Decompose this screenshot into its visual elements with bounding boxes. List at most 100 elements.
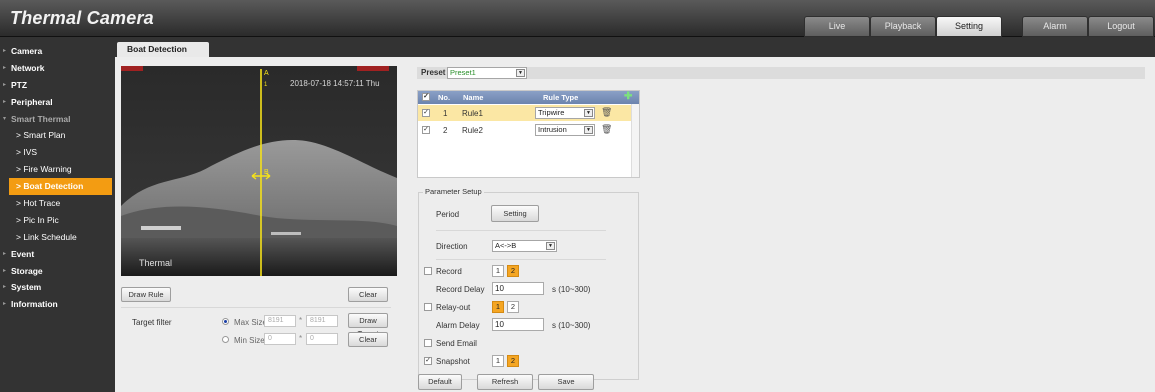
nav-live[interactable]: Live: [804, 16, 870, 37]
tab-bar: Boat Detection: [115, 37, 1155, 57]
rule-checkbox[interactable]: ✓: [422, 126, 430, 134]
clear-target-button[interactable]: Clear: [348, 332, 388, 347]
divider: [436, 259, 606, 260]
preset-select[interactable]: Preset1 ▼: [447, 67, 527, 79]
trash-icon[interactable]: 🗑: [601, 124, 612, 135]
draw-rule-button[interactable]: Draw Rule: [121, 287, 171, 302]
sidebar-item-information[interactable]: ▸ Information: [0, 296, 115, 313]
table-row[interactable]: ✓ 1 Rule1 Tripwire ▼ 🗑: [418, 105, 631, 121]
max-height-input[interactable]: 8191: [306, 315, 338, 327]
divider: [121, 307, 391, 308]
sidebar-item-hot-trace[interactable]: > Hot Trace: [0, 195, 115, 212]
min-size-radio[interactable]: [222, 336, 229, 343]
chevron-right-icon: ▸: [3, 48, 7, 54]
max-size-radio[interactable]: [222, 318, 229, 325]
add-rule-icon[interactable]: ✚: [624, 91, 632, 102]
snapshot-channel-2[interactable]: 2: [507, 355, 519, 367]
record-delay-input[interactable]: 10: [492, 282, 544, 295]
main-panel: A 1 B 2018-07-18 14:57:11 Thu Thermal Dr…: [115, 57, 1155, 392]
table-row[interactable]: ✓ 2 Rule2 Intrusion ▼ 🗑: [418, 122, 631, 138]
sidebar-item-link-schedule[interactable]: > Link Schedule: [0, 229, 115, 246]
sidebar-item-ptz[interactable]: ▸ PTZ: [0, 77, 115, 94]
direction-select[interactable]: A<->B ▼: [492, 240, 557, 252]
send-email-checkbox[interactable]: [424, 339, 432, 347]
nav-logout[interactable]: Logout: [1088, 16, 1154, 37]
max-width-input[interactable]: 8191: [264, 315, 296, 327]
relay-out-label: Relay-out: [436, 303, 471, 312]
clear-rule-button[interactable]: Clear: [348, 287, 388, 302]
chevron-right-icon: ▸: [3, 64, 7, 71]
chevron-down-icon: ▼: [584, 126, 593, 134]
sidebar-item-smart-thermal[interactable]: ▾ Smart Thermal: [0, 111, 115, 128]
video-preview[interactable]: A 1 B 2018-07-18 14:57:11 Thu Thermal: [121, 66, 397, 276]
tab-boat-detection[interactable]: Boat Detection: [117, 42, 209, 57]
chevron-right-icon: ▸: [3, 98, 7, 105]
relay-channel-1[interactable]: 1: [492, 301, 504, 313]
min-size-label: Min Size: [234, 336, 265, 345]
parameter-setup: Parameter Setup Period Setting Direction…: [418, 187, 639, 380]
snapshot-channel-1[interactable]: 1: [492, 355, 504, 367]
refresh-button[interactable]: Refresh: [477, 374, 533, 390]
sidebar-item-ivs[interactable]: > IVS: [0, 144, 115, 161]
scrollbar[interactable]: [631, 104, 639, 177]
chevron-down-icon: ▼: [516, 69, 525, 77]
col-rule-type: Rule Type: [543, 93, 579, 102]
rule-checkbox[interactable]: ✓: [422, 109, 430, 117]
record-label: Record: [436, 267, 462, 276]
nav-alarm[interactable]: Alarm: [1022, 16, 1088, 37]
size-separator: *: [299, 334, 303, 343]
app-header: Thermal Camera Live Playback Setting Ala…: [0, 0, 1155, 37]
col-name: Name: [463, 93, 484, 102]
sidebar: ▸ Camera ▸ Network ▸ PTZ ▸ Peripheral ▾ Smart…: [0, 37, 115, 392]
relay-out-checkbox[interactable]: [424, 303, 432, 311]
record-delay-label: Record Delay: [436, 285, 485, 294]
col-no: No.: [438, 93, 451, 102]
parameter-setup-legend: Parameter Setup: [423, 187, 484, 196]
rule-type-select[interactable]: Intrusion ▼: [535, 124, 595, 136]
draw-target-button[interactable]: Draw Target: [348, 313, 388, 338]
nav-playback[interactable]: Playback: [870, 16, 936, 37]
chevron-right-icon: ▸: [3, 81, 7, 88]
sidebar-item-network[interactable]: ▸ Network: [0, 60, 115, 77]
relay-channel-2[interactable]: 2: [507, 301, 519, 313]
sidebar-item-pic-in-pic[interactable]: > Pic In Pic: [0, 212, 115, 229]
snapshot-checkbox[interactable]: ✓: [424, 357, 432, 365]
preset-label: Preset: [421, 68, 446, 77]
chevron-right-icon: ▸: [3, 267, 7, 274]
sidebar-item-system[interactable]: ▸ System: [0, 279, 115, 296]
select-all-checkbox[interactable]: ✓: [422, 93, 430, 101]
chevron-down-icon: ▼: [546, 242, 555, 250]
nav-setting[interactable]: Setting: [936, 16, 1002, 37]
record-channel-1[interactable]: 1: [492, 265, 504, 277]
trash-icon[interactable]: 🗑: [601, 107, 612, 118]
send-email-label: Send Email: [436, 339, 477, 348]
video-timestamp: 2018-07-18 14:57:11 Thu: [290, 79, 380, 88]
save-button[interactable]: Save: [538, 374, 594, 390]
sidebar-item-storage[interactable]: ▸ Storage: [0, 263, 115, 280]
record-delay-range: s (10~300): [552, 285, 591, 294]
period-label: Period: [436, 210, 460, 219]
min-height-input[interactable]: 0: [306, 333, 338, 345]
default-button[interactable]: Default: [418, 374, 462, 390]
sidebar-item-event[interactable]: ▸ Event: [0, 246, 115, 263]
alarm-delay-input[interactable]: 10: [492, 318, 544, 331]
direction-label: Direction: [436, 242, 468, 251]
record-checkbox[interactable]: [424, 267, 432, 275]
record-channel-2[interactable]: 2: [507, 265, 519, 277]
sidebar-item-boat-detection[interactable]: > Boat Detection: [9, 178, 112, 196]
alarm-delay-range: s (10~300): [552, 321, 591, 330]
rule-table: ✓ No. Name Rule Type ✚ ✓ 1 Rule1 Tripwir…: [417, 90, 640, 178]
sidebar-item-fire-warning[interactable]: > Fire Warning: [0, 161, 115, 178]
rule-type-select[interactable]: Tripwire ▼: [535, 107, 595, 119]
sidebar-item-peripheral[interactable]: ▸ Peripheral: [0, 94, 115, 111]
period-setting-button[interactable]: Setting: [491, 205, 539, 222]
rule-table-header: ✓ No. Name Rule Type ✚: [418, 91, 639, 104]
video-channel-label: Thermal: [139, 258, 173, 268]
sidebar-item-smart-plan[interactable]: > Smart Plan: [0, 127, 115, 144]
max-size-label: Max Size: [234, 318, 267, 327]
min-width-input[interactable]: 0: [264, 333, 296, 345]
thermal-scene-image: [121, 66, 397, 276]
chevron-right-icon: ▸: [3, 250, 7, 257]
tripwire-number: 1: [264, 82, 268, 88]
sidebar-item-camera[interactable]: ▸ Camera: [0, 43, 115, 60]
